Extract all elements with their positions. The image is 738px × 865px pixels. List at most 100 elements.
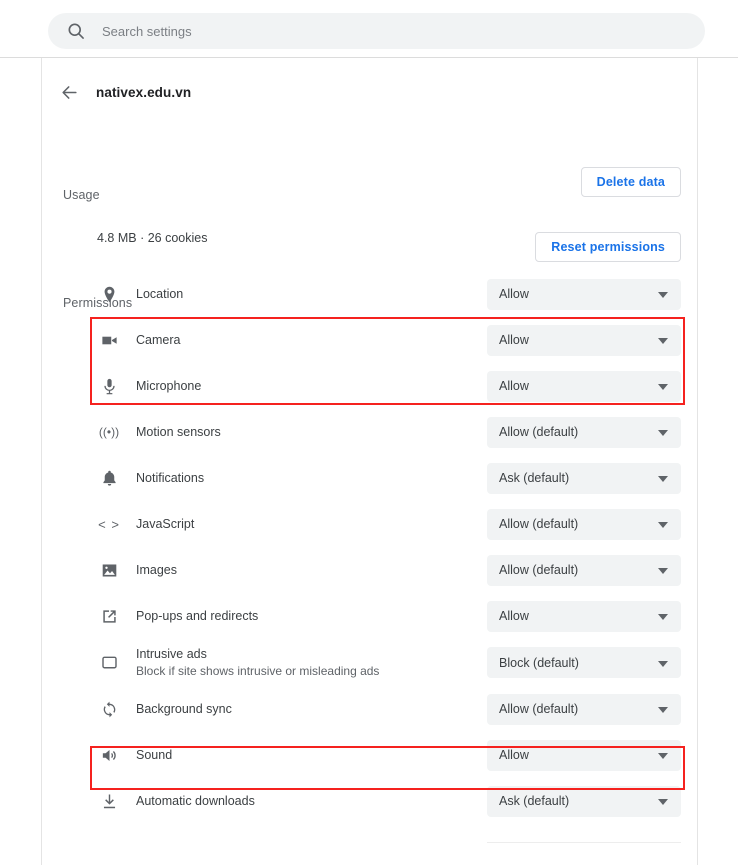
permission-text: Motion sensors [136, 424, 221, 440]
permission-row: Intrusive adsBlock if site shows intrusi… [42, 639, 697, 686]
permission-text: Pop-ups and redirects [136, 608, 258, 624]
settings-page: nativex.edu.vn Usage 4.8 MB · 26 cookies… [0, 0, 738, 865]
bell-icon [99, 468, 119, 488]
permission-row: Images Allow (default) [42, 547, 697, 593]
permission-row: Pop-ups and redirects Allow [42, 593, 697, 639]
permission-name: Motion sensors [136, 424, 221, 440]
permission-select[interactable]: Ask (default) [487, 463, 681, 494]
ads-window-icon [99, 653, 119, 673]
settings-topbar [0, 0, 738, 57]
permission-row: Background sync Allow (default) [42, 686, 697, 732]
right-rail-divider [697, 58, 698, 865]
reset-permissions-button[interactable]: Reset permissions [535, 232, 681, 262]
permission-name: Background sync [136, 701, 232, 717]
permission-value: Ask (default) [499, 471, 569, 485]
chevron-down-icon [658, 338, 668, 344]
permission-name: JavaScript [136, 516, 194, 532]
permission-text: JavaScript [136, 516, 194, 532]
permission-text: Images [136, 562, 177, 578]
permission-row: Notifications Ask (default) [42, 455, 697, 501]
chevron-down-icon [658, 292, 668, 298]
search-input[interactable] [102, 24, 662, 39]
permission-row: < > JavaScript Allow (default) [42, 501, 697, 547]
permission-text: Background sync [136, 701, 232, 717]
permission-description: Block if site shows intrusive or mislead… [136, 663, 379, 679]
search-settings-box[interactable] [48, 13, 705, 49]
image-icon [99, 560, 119, 580]
permissions-list: Location Allow Camera Allow Microphone Allow (… [42, 271, 697, 824]
permission-row: Camera Allow [42, 317, 697, 363]
permission-select[interactable]: Allow [487, 279, 681, 310]
permission-name: Microphone [136, 378, 201, 394]
chevron-down-icon [658, 430, 668, 436]
permission-value: Ask (default) [499, 794, 569, 808]
permission-value: Allow (default) [499, 563, 578, 577]
permission-row: Automatic downloads Ask (default) [42, 778, 697, 824]
permission-select[interactable]: Allow (default) [487, 694, 681, 725]
permission-select[interactable]: Block (default) [487, 647, 681, 678]
permission-value: Allow (default) [499, 517, 578, 531]
permission-name: Images [136, 562, 177, 578]
permission-name: Pop-ups and redirects [136, 608, 258, 624]
permission-name: Automatic downloads [136, 793, 255, 809]
permission-text: Notifications [136, 470, 204, 486]
sync-icon [99, 699, 119, 719]
usage-section-label: Usage [63, 188, 100, 202]
chevron-down-icon [658, 799, 668, 805]
permission-value: Allow (default) [499, 425, 578, 439]
delete-data-button[interactable]: Delete data [581, 167, 681, 197]
permission-text: Location [136, 286, 183, 302]
external-link-icon [99, 606, 119, 626]
permission-name: Sound [136, 747, 172, 763]
download-icon [99, 791, 119, 811]
permission-select[interactable]: Allow (default) [487, 555, 681, 586]
camera-icon [99, 330, 119, 350]
chevron-down-icon [658, 384, 668, 390]
permission-value: Block (default) [499, 656, 579, 670]
speaker-icon [99, 745, 119, 765]
permission-value: Allow [499, 333, 529, 347]
page-header: nativex.edu.vn [42, 73, 191, 111]
permission-name: Camera [136, 332, 180, 348]
permission-row: ((•)) Motion sensors Allow (default) [42, 409, 697, 455]
code-brackets-icon: < > [99, 514, 119, 534]
permission-text: Camera [136, 332, 180, 348]
chevron-down-icon [658, 753, 668, 759]
permission-select[interactable]: Allow [487, 371, 681, 402]
permission-select[interactable]: Allow [487, 325, 681, 356]
permission-select[interactable]: Allow [487, 601, 681, 632]
usage-summary: 4.8 MB · 26 cookies [97, 231, 207, 245]
permission-name: Intrusive ads [136, 646, 379, 662]
permission-value: Allow (default) [499, 702, 578, 716]
site-settings-content: nativex.edu.vn Usage 4.8 MB · 26 cookies… [42, 58, 697, 865]
permission-row: Sound Allow [42, 732, 697, 778]
permission-value: Allow [499, 609, 529, 623]
permission-text: Intrusive adsBlock if site shows intrusi… [136, 646, 379, 679]
search-icon [66, 21, 86, 41]
chevron-down-icon [658, 476, 668, 482]
chevron-down-icon [658, 614, 668, 620]
permission-name: Notifications [136, 470, 204, 486]
chevron-down-icon [658, 661, 668, 667]
permission-select[interactable]: Allow (default) [487, 509, 681, 540]
chevron-down-icon [658, 568, 668, 574]
back-arrow-icon[interactable] [51, 74, 87, 110]
permission-text: Automatic downloads [136, 793, 255, 809]
chevron-down-icon [658, 707, 668, 713]
location-pin-icon [99, 284, 119, 304]
permission-value: Allow [499, 287, 529, 301]
chevron-down-icon [658, 522, 668, 528]
permission-row: Location Allow [42, 271, 697, 317]
permission-select[interactable]: Ask (default) [487, 786, 681, 817]
permission-text: Sound [136, 747, 172, 763]
permission-select[interactable]: Allow (default) [487, 417, 681, 448]
page-title: nativex.edu.vn [96, 85, 191, 100]
list-bottom-divider [487, 842, 681, 843]
permission-value: Allow [499, 379, 529, 393]
microphone-icon [99, 376, 119, 396]
permission-row: Microphone Allow [42, 363, 697, 409]
permission-select[interactable]: Allow [487, 740, 681, 771]
permission-text: Microphone [136, 378, 201, 394]
permission-name: Location [136, 286, 183, 302]
motion-sensors-icon: ((•)) [99, 422, 119, 442]
